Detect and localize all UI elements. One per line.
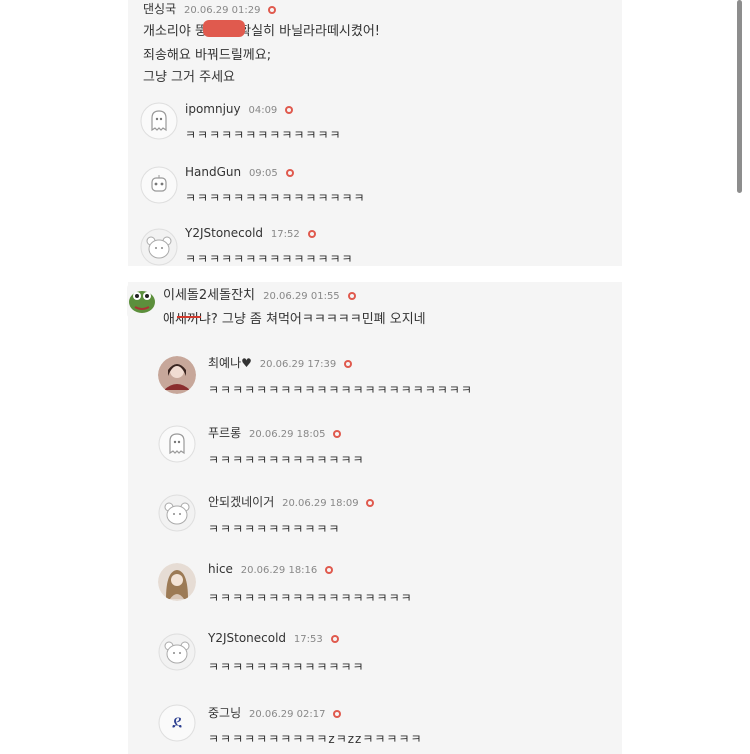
reply-text: ㅋㅋㅋㅋㅋㅋㅋㅋㅋㅋㅋㅋㅋㅋ [185, 252, 354, 266]
comment-date: 20.06.29 01:55 [263, 291, 340, 302]
comment-line: 개소리야 뚱아 나 확실히 바닐라라떼시켰어! [143, 24, 381, 39]
comment-header: 이세돌2세돌잔치 20.06.29 01:55 [163, 284, 356, 303]
frog-avatar-icon [127, 284, 161, 318]
reply-author[interactable]: Y2JStonecold [185, 226, 263, 240]
reply-menu-icon[interactable] [333, 709, 342, 718]
bear-icon [158, 633, 196, 671]
reply-time: 20.06.29 18:05 [248, 429, 326, 440]
reply-text: ㅋㅋㅋㅋㅋㅋㅋㅋㅋㅋㅋㅋㅋㅋㅋㅋㅋㅋㅋㅋㅋㅋ [208, 383, 473, 397]
avatar[interactable] [158, 356, 196, 394]
reply-menu-icon[interactable] [344, 359, 353, 368]
photo-avatar-icon [158, 563, 196, 601]
avatar[interactable] [158, 633, 196, 671]
redaction-mark [203, 20, 245, 37]
reply-author[interactable]: HandGun [185, 165, 241, 179]
reply-author[interactable]: hice [208, 562, 233, 576]
comment-author[interactable]: 댄싱국 [143, 2, 176, 16]
avatar[interactable] [158, 563, 196, 601]
avatar[interactable] [140, 228, 178, 266]
reply-header: HandGun 09:05 [185, 165, 294, 179]
reply-time: 20.06.29 17:39 [259, 359, 337, 370]
reply-time: 20.06.29 18:09 [282, 498, 359, 509]
comment-menu-icon[interactable] [347, 291, 356, 300]
reply-text: ㅋㅋㅋㅋㅋㅋㅋㅋㅋㅋㅋ [208, 522, 341, 536]
comment-date: 20.06.29 01:29 [183, 5, 261, 16]
reply-time: 20.06.29 02:17 [248, 709, 326, 720]
reply-author[interactable]: ipomnjuy [185, 102, 241, 116]
comment-body: 애새끼냐? 그냥 좀 쳐먹어ㅋㅋㅋㅋㅋ민폐 오지네 [163, 312, 426, 327]
reply-menu-icon[interactable] [366, 498, 375, 507]
reply-text: ㅋㅋㅋㅋㅋㅋㅋㅋㅋㅋㅋㅋㅋ [208, 453, 365, 467]
avatar[interactable] [158, 494, 196, 532]
avatar[interactable] [127, 284, 161, 318]
reply-menu-icon[interactable] [307, 229, 316, 238]
comment-line: 죄송해요 바꿔드릴께요; [143, 48, 272, 63]
reply-header: Y2JStonecold 17:53 [208, 631, 339, 645]
reply-text: ㅋㅋㅋㅋㅋㅋㅋㅋㅋㅋㅋㅋㅋ [185, 128, 342, 142]
ghost-icon [140, 102, 178, 140]
bear-icon [140, 228, 178, 266]
reply-text: ㅋㅋㅋㅋㅋㅋㅋㅋㅋㅋㅋㅋㅋ [208, 660, 365, 674]
reply-menu-icon[interactable] [285, 105, 294, 114]
reply-header: 중그닝 20.06.29 02:17 [208, 704, 342, 721]
reply-time: 09:05 [248, 168, 278, 179]
avatar[interactable]: ደ [158, 704, 196, 742]
reply-header: 안되겠네이거 20.06.29 18:09 [208, 493, 375, 510]
robot-icon [140, 166, 178, 204]
reply-menu-icon[interactable] [285, 168, 294, 177]
comment-author[interactable]: 이세돌2세돌잔치 [163, 288, 255, 303]
logo-avatar-icon: ደ [158, 704, 196, 742]
reply-time: 17:52 [270, 229, 300, 240]
ghost-icon [158, 425, 196, 463]
reply-header: hice 20.06.29 18:16 [208, 562, 334, 576]
avatar[interactable] [140, 166, 178, 204]
reply-header: 최예나♥ 20.06.29 17:39 [208, 354, 353, 371]
svg-text:ደ: ደ [172, 712, 182, 733]
comment-thread-2 [128, 282, 622, 754]
reply-time: 04:09 [248, 105, 278, 116]
reply-header: Y2JStonecold 17:52 [185, 226, 316, 240]
avatar[interactable] [158, 425, 196, 463]
reply-text: ㅋㅋㅋㅋㅋㅋㅋㅋㅋㅋㅋㅋㅋㅋㅋ [185, 191, 366, 205]
reply-menu-icon[interactable] [330, 634, 339, 643]
reply-time: 17:53 [293, 634, 323, 645]
reply-text: ㅋㅋㅋㅋㅋㅋㅋㅋㅋㅋㅋㅋㅋㅋㅋㅋㅋ [208, 591, 413, 605]
reply-author[interactable]: 푸르롱 [208, 426, 241, 440]
scrollbar[interactable] [737, 0, 742, 193]
comment-menu-icon[interactable] [268, 5, 277, 14]
reply-author[interactable]: Y2JStonecold [208, 631, 286, 645]
reply-author[interactable]: 중그닝 [208, 706, 241, 720]
reply-author[interactable]: 최예나♥ [208, 356, 252, 370]
reply-time: 20.06.29 18:16 [240, 565, 318, 576]
photo-avatar-icon [158, 356, 196, 394]
reply-header: ipomnjuy 04:09 [185, 102, 294, 116]
reply-author[interactable]: 안되겠네이거 [208, 495, 274, 509]
bear-icon [158, 494, 196, 532]
comment-line: 그냥 그거 주세요 [143, 70, 235, 85]
comment-header: 댄싱국 20.06.29 01:29 [143, 0, 277, 17]
redaction-mark [177, 316, 201, 318]
reply-menu-icon[interactable] [333, 429, 342, 438]
reply-header: 푸르롱 20.06.29 18:05 [208, 424, 342, 441]
reply-text: ㅋㅋㅋㅋㅋㅋㅋㅋㅋㅋzㅋzzㅋㅋㅋㅋㅋ [208, 732, 423, 746]
avatar[interactable] [140, 102, 178, 140]
reply-menu-icon[interactable] [325, 565, 334, 574]
